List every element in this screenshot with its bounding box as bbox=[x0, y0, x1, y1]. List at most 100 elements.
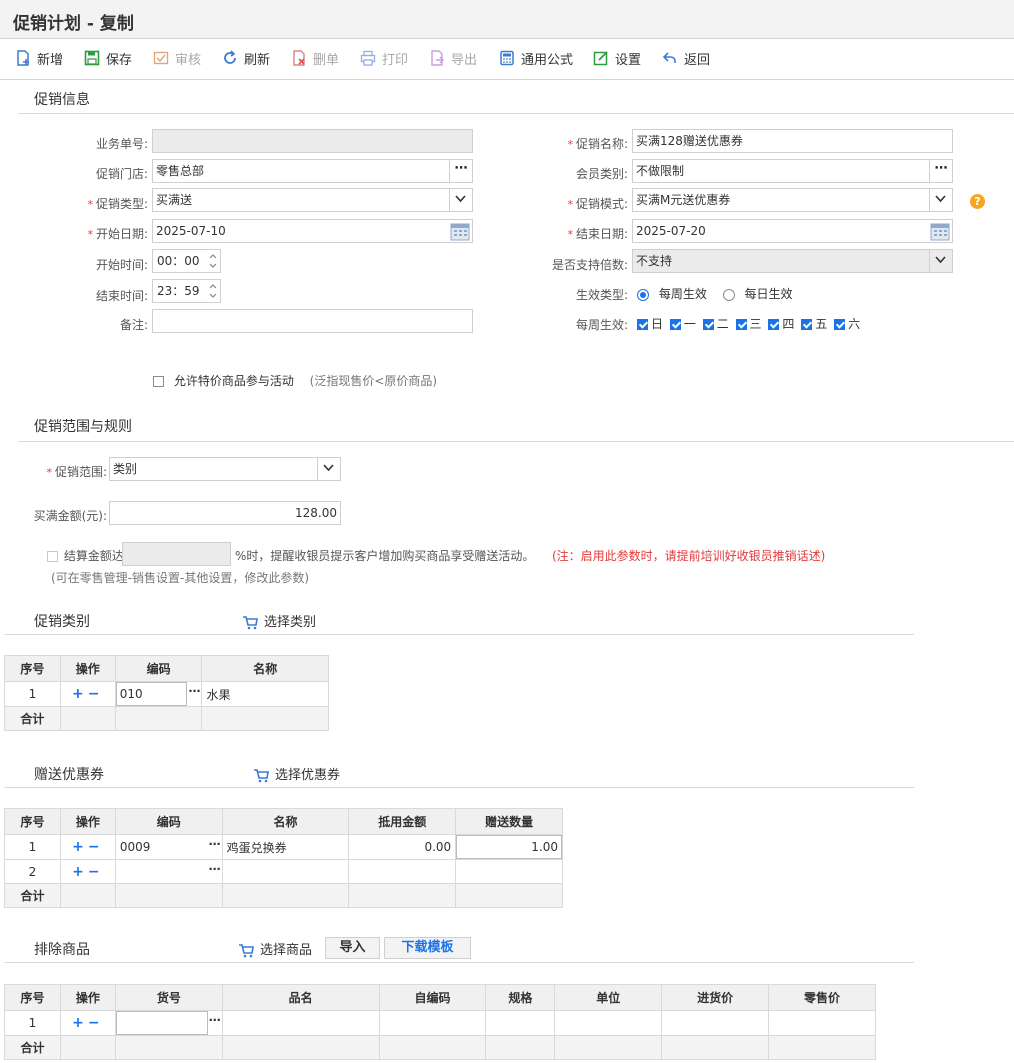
delete-button[interactable]: 删单 bbox=[291, 48, 339, 68]
save-button[interactable]: 保存 bbox=[84, 48, 132, 68]
member-field[interactable]: 不做限制 ⋯ bbox=[632, 159, 953, 183]
store-picker-button[interactable]: ⋯ bbox=[449, 160, 472, 182]
sum-row: 合计 bbox=[4, 706, 329, 731]
select-category-button[interactable]: 选择类别 bbox=[242, 611, 316, 630]
required-mark: * bbox=[567, 198, 573, 211]
select-goods-button[interactable]: 选择商品 bbox=[238, 939, 312, 958]
audit-button[interactable]: 审核 bbox=[153, 48, 201, 68]
end-date-field[interactable]: 2025-07-20 bbox=[632, 219, 953, 243]
refresh-button[interactable]: 刷新 bbox=[222, 48, 270, 68]
settle-note: (注：启用此参数时，请提前培训好收银员推销话述) bbox=[552, 549, 826, 563]
time-spinner-icon[interactable] bbox=[208, 281, 218, 301]
divider bbox=[18, 113, 1014, 114]
required-mark: * bbox=[46, 466, 52, 479]
settle-checkbox[interactable] bbox=[47, 551, 58, 562]
chevron-down-icon[interactable] bbox=[929, 189, 952, 211]
add-remove-row-icons[interactable]: +− bbox=[72, 686, 103, 702]
col-header: 序号 bbox=[4, 655, 61, 682]
col-header: 序号 bbox=[4, 984, 61, 1011]
type-select[interactable]: 买满送 bbox=[152, 188, 473, 212]
code-picker-button[interactable]: ⋯ bbox=[209, 862, 221, 876]
coupon-qty-input[interactable]: 1.00 bbox=[456, 835, 562, 859]
delete-doc-icon bbox=[293, 50, 305, 66]
weekly-label: 每周生效: bbox=[575, 318, 628, 332]
radio-weekly[interactable] bbox=[637, 288, 649, 301]
chevron-down-icon[interactable] bbox=[929, 250, 952, 272]
back-button[interactable]: 返回 bbox=[662, 48, 710, 68]
add-button[interactable]: 新增 bbox=[15, 48, 63, 68]
section-title-rules: 促销范围与规则 bbox=[34, 419, 132, 435]
order-no-label: 业务单号: bbox=[95, 137, 148, 151]
category-code-input[interactable]: 010 bbox=[115, 682, 188, 706]
remark-label: 备注: bbox=[119, 318, 148, 332]
store-label: 促销门店: bbox=[95, 167, 148, 181]
sum-row: 合计 bbox=[4, 883, 563, 908]
settings-icon bbox=[593, 51, 608, 66]
checkbox-thursday[interactable] bbox=[768, 319, 780, 330]
help-icon[interactable]: ? bbox=[970, 194, 985, 209]
checkbox-tuesday[interactable] bbox=[702, 319, 714, 330]
amount-field[interactable]: 128.00 bbox=[109, 501, 341, 525]
name-field[interactable]: 买满128赠送优惠券 bbox=[632, 129, 953, 153]
col-header: 单位 bbox=[554, 984, 663, 1011]
mode-label: * 促销模式: bbox=[567, 197, 628, 211]
code-picker-button[interactable]: ⋯ bbox=[188, 684, 200, 698]
range-label: * 促销范围: bbox=[46, 465, 107, 479]
select-coupon-button[interactable]: 选择优惠券 bbox=[253, 764, 340, 783]
back-icon bbox=[662, 52, 676, 63]
chevron-down-icon[interactable] bbox=[449, 189, 472, 211]
range-select[interactable]: 类别 bbox=[109, 457, 341, 481]
formula-button[interactable]: 通用公式 bbox=[499, 48, 573, 68]
checkbox-saturday[interactable] bbox=[834, 319, 846, 330]
start-date-label: * 开始日期: bbox=[87, 227, 148, 241]
col-header: 品名 bbox=[221, 984, 380, 1011]
checkbox-monday[interactable] bbox=[669, 319, 681, 330]
settings-button[interactable]: 设置 bbox=[593, 48, 641, 68]
required-mark: * bbox=[567, 228, 573, 241]
mode-select[interactable]: 买满M元送优惠券 bbox=[632, 188, 953, 212]
goods-code-input[interactable] bbox=[115, 1011, 208, 1035]
code-picker-button[interactable]: ⋯ bbox=[209, 1013, 221, 1027]
multiple-select[interactable]: 不支持 bbox=[632, 249, 953, 273]
section-title-exclude: 排除商品 bbox=[34, 942, 90, 958]
code-picker-button[interactable]: ⋯ bbox=[209, 837, 221, 851]
coupon-table: 序号 操作 编码 名称 抵用金额 赠送数量 1 +− 0009 ⋯ 鸡蛋兑换券 0… bbox=[4, 808, 563, 908]
allow-special-row: 允许特价商品参与活动 (泛指现售价<原价商品) bbox=[153, 372, 437, 389]
allow-special-checkbox[interactable] bbox=[153, 376, 164, 387]
calendar-icon[interactable] bbox=[450, 222, 470, 241]
time-spinner-icon[interactable] bbox=[208, 251, 218, 271]
download-template-button[interactable]: 下载模板 bbox=[384, 937, 471, 959]
import-button[interactable]: 导入 bbox=[325, 937, 380, 959]
table-row: 1 +− 0009 ⋯ 鸡蛋兑换券 0.00 1.00 bbox=[4, 834, 563, 860]
checkbox-sunday[interactable] bbox=[637, 319, 648, 330]
weekday-checkboxes: 日 一 二 三 四 五 六 bbox=[637, 315, 863, 332]
add-remove-row-icons[interactable]: +− bbox=[72, 1015, 103, 1031]
member-label: 会员类别: bbox=[575, 167, 628, 181]
effect-type-label: 生效类型: bbox=[575, 288, 628, 302]
export-button[interactable]: 导出 bbox=[429, 48, 477, 68]
start-time-field[interactable]: 00：00 bbox=[152, 249, 221, 273]
add-remove-row-icons[interactable]: +− bbox=[72, 864, 103, 880]
formula-icon bbox=[500, 50, 514, 66]
add-remove-row-icons[interactable]: +− bbox=[72, 839, 103, 855]
settle-row: 结算金额达 bbox=[47, 547, 124, 564]
checkbox-friday[interactable] bbox=[801, 319, 813, 330]
print-button[interactable]: 打印 bbox=[360, 48, 408, 68]
col-header: 规格 bbox=[485, 984, 556, 1011]
end-time-field[interactable]: 23：59 bbox=[152, 279, 221, 303]
effect-type-group: 每周生效 每日生效 bbox=[637, 285, 793, 302]
member-picker-button[interactable]: ⋯ bbox=[929, 160, 952, 182]
start-date-field[interactable]: 2025-07-10 bbox=[152, 219, 473, 243]
col-header: 零售价 bbox=[768, 984, 876, 1011]
store-field[interactable]: 零售总部 ⋯ bbox=[152, 159, 473, 183]
section-title-info: 促销信息 bbox=[34, 92, 90, 108]
col-header: 操作 bbox=[59, 984, 116, 1011]
radio-daily[interactable] bbox=[722, 288, 735, 301]
checkbox-wednesday[interactable] bbox=[735, 319, 747, 330]
col-header: 操作 bbox=[59, 655, 116, 682]
remark-field[interactable] bbox=[152, 309, 473, 333]
calendar-icon[interactable] bbox=[930, 222, 950, 241]
required-mark: * bbox=[87, 198, 93, 211]
chevron-down-icon[interactable] bbox=[317, 458, 340, 480]
settle-percent-field[interactable] bbox=[122, 542, 231, 566]
